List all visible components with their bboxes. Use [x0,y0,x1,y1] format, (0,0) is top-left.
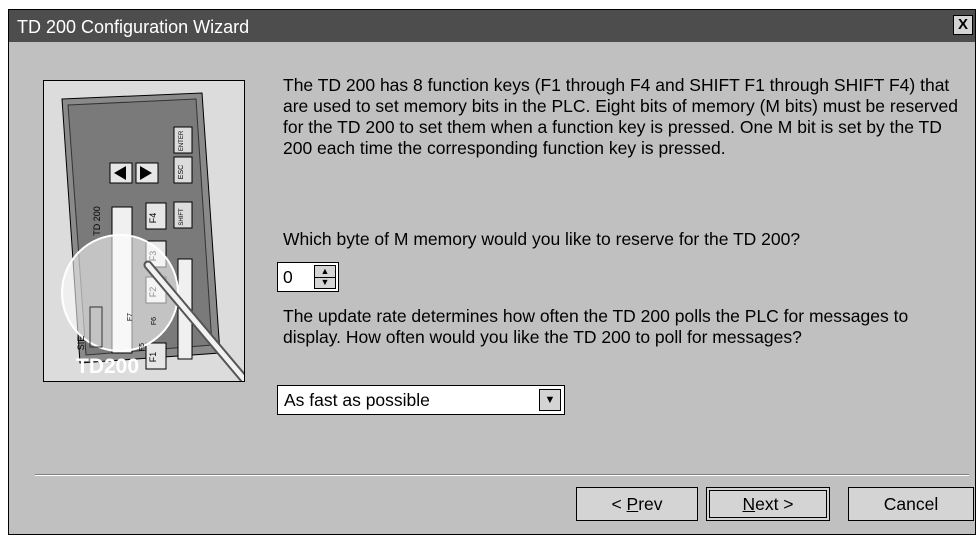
update-rate-dropdown[interactable]: As fast as possible ▼ [277,385,565,415]
mbyte-spinner[interactable]: 0 ▲ ▼ [277,262,339,292]
close-button[interactable]: X [953,15,973,35]
next-rest: ext > [755,494,794,514]
prev-rest: rev [638,494,663,514]
key-esc-label: ESC [178,165,185,179]
td200-logo-text: TD200 [76,355,139,378]
close-icon: X [957,16,968,33]
mbyte-question: Which byte of M memory would you like to… [283,229,801,249]
update-rate-question: The update rate determines how often the… [283,306,909,347]
key-f6-label: F6 [151,317,158,325]
cancel-label: Cancel [883,494,939,514]
window-title: TD 200 Configuration Wizard [17,17,250,37]
wizard-window: TD 200 Configuration Wizard X ENTER ESC … [8,9,976,535]
td200-device-image: ENTER ESC SHIFT F4 F3 F2 F1 TD 200 [44,81,249,384]
prev-button[interactable]: < Prev [576,487,698,521]
next-mnemonic: N [742,494,756,514]
brand-label: SIE [76,336,86,351]
description-text: The TD 200 has 8 function keys (F1 throu… [283,75,958,158]
device-side-label: TD 200 [92,206,102,236]
key-f4-label: F4 [148,213,158,224]
wizard-body: ENTER ESC SHIFT F4 F3 F2 F1 TD 200 [9,42,975,534]
spin-down-icon[interactable]: ▼ [315,277,335,288]
key-f7-label: F7 [127,313,134,321]
prev-mnemonic: P [626,494,639,514]
title-bar: TD 200 Configuration Wizard X [9,10,975,42]
spinner-buttons: ▲ ▼ [314,265,336,289]
mbyte-value[interactable]: 0 [283,267,293,288]
key-enter-label: ENTER [179,130,185,151]
key-f5-label: F5 [139,343,146,351]
cancel-button[interactable]: Cancel [848,487,974,521]
chevron-down-icon[interactable]: ▼ [539,389,561,411]
separator [35,474,969,476]
key-shift-label: SHIFT [179,208,185,226]
next-button[interactable]: Next > [706,487,830,521]
key-f1-label: F1 [148,352,158,363]
td200-illustration: ENTER ESC SHIFT F4 F3 F2 F1 TD 200 [43,80,249,384]
prev-prefix: < [611,494,627,514]
update-rate-selected: As fast as possible [284,390,430,410]
